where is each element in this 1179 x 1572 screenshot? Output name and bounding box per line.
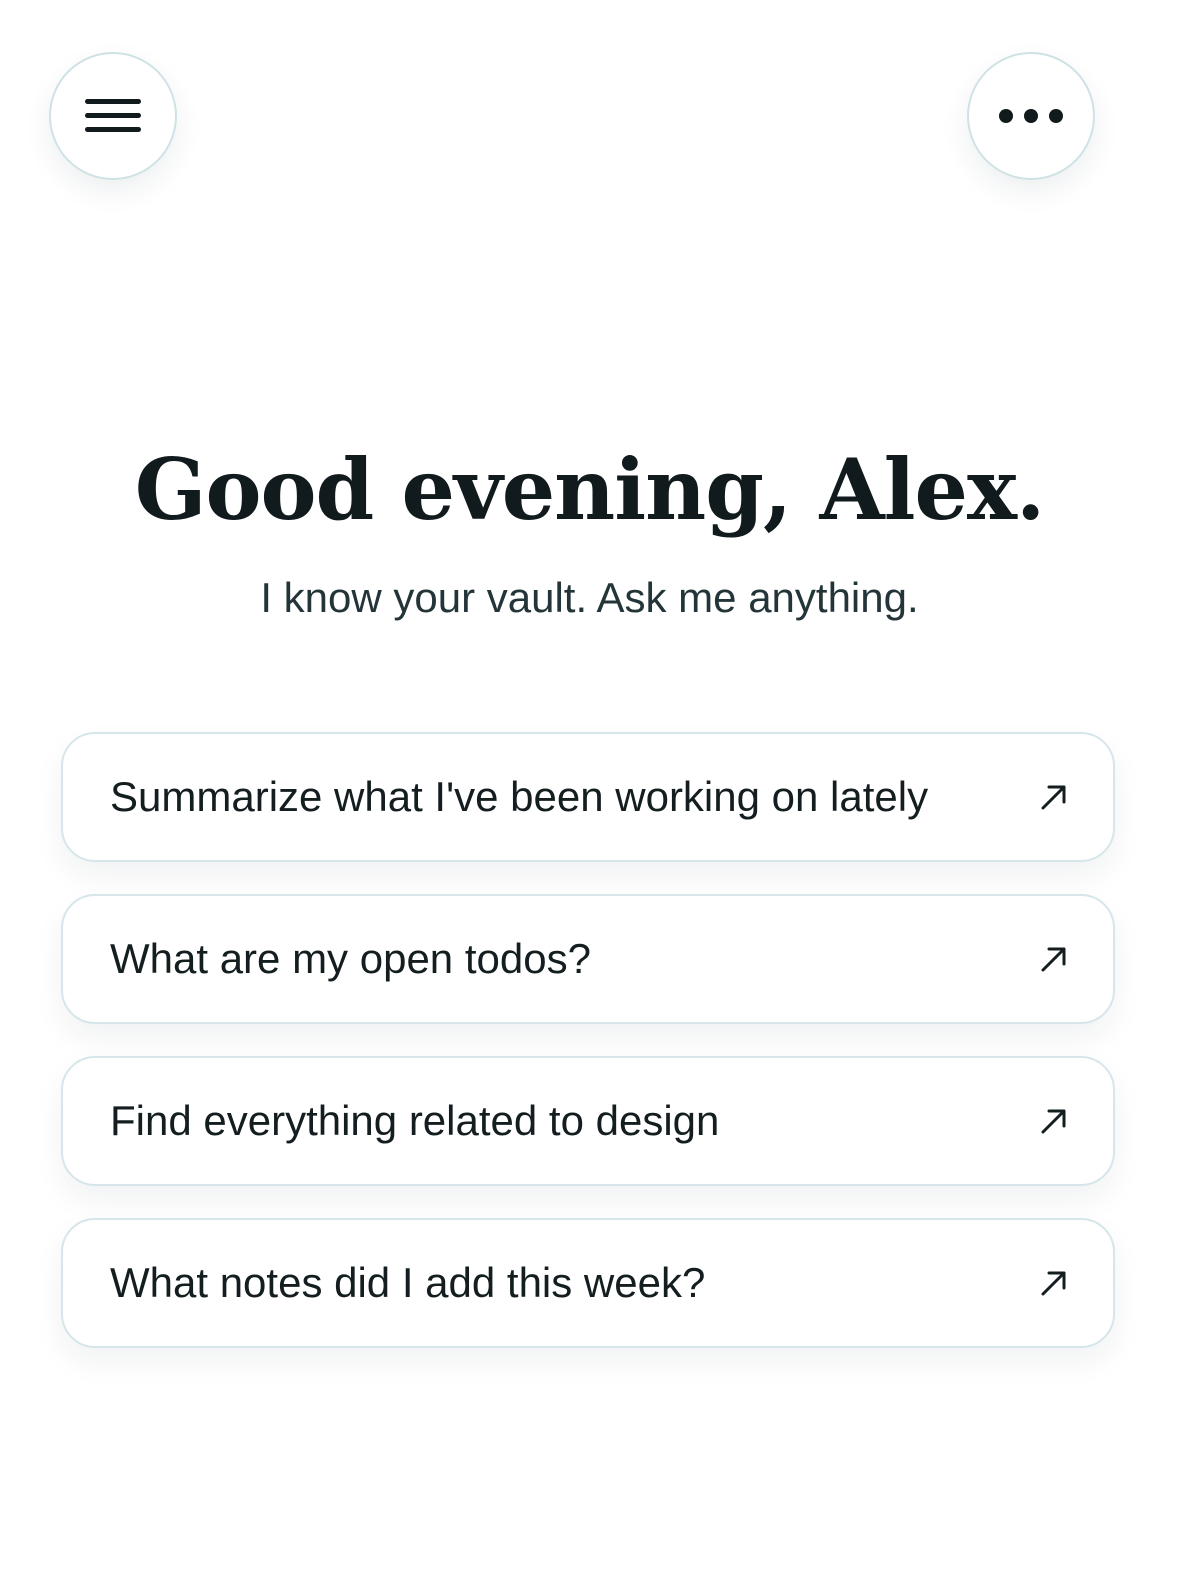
suggestion-card[interactable]: Find everything related to design bbox=[61, 1056, 1115, 1186]
greeting-subtitle: I know your vault. Ask me anything. bbox=[260, 574, 919, 621]
more-options-button[interactable] bbox=[967, 52, 1095, 180]
suggestion-card[interactable]: Summarize what I've been working on late… bbox=[61, 732, 1115, 862]
arrow-up-right-icon bbox=[1039, 1268, 1069, 1298]
suggestion-label: Summarize what I've been working on late… bbox=[110, 773, 929, 820]
greeting-title: Good evening, Alex. bbox=[134, 440, 1046, 539]
arrow-up-right-icon bbox=[1039, 1106, 1069, 1136]
menu-button[interactable] bbox=[49, 52, 177, 180]
suggestion-card[interactable]: What are my open todos? bbox=[61, 894, 1115, 1024]
hamburger-menu-icon bbox=[85, 99, 141, 133]
arrow-up-right-icon bbox=[1039, 782, 1069, 812]
suggestion-label: What are my open todos? bbox=[110, 935, 591, 982]
suggestion-card[interactable]: What notes did I add this week? bbox=[61, 1218, 1115, 1348]
arrow-up-right-icon bbox=[1039, 944, 1069, 974]
suggestion-label: What notes did I add this week? bbox=[110, 1259, 706, 1306]
suggestion-list: Summarize what I've been working on late… bbox=[61, 732, 1115, 1380]
more-horizontal-icon bbox=[998, 108, 1064, 124]
suggestion-label: Find everything related to design bbox=[110, 1097, 720, 1144]
